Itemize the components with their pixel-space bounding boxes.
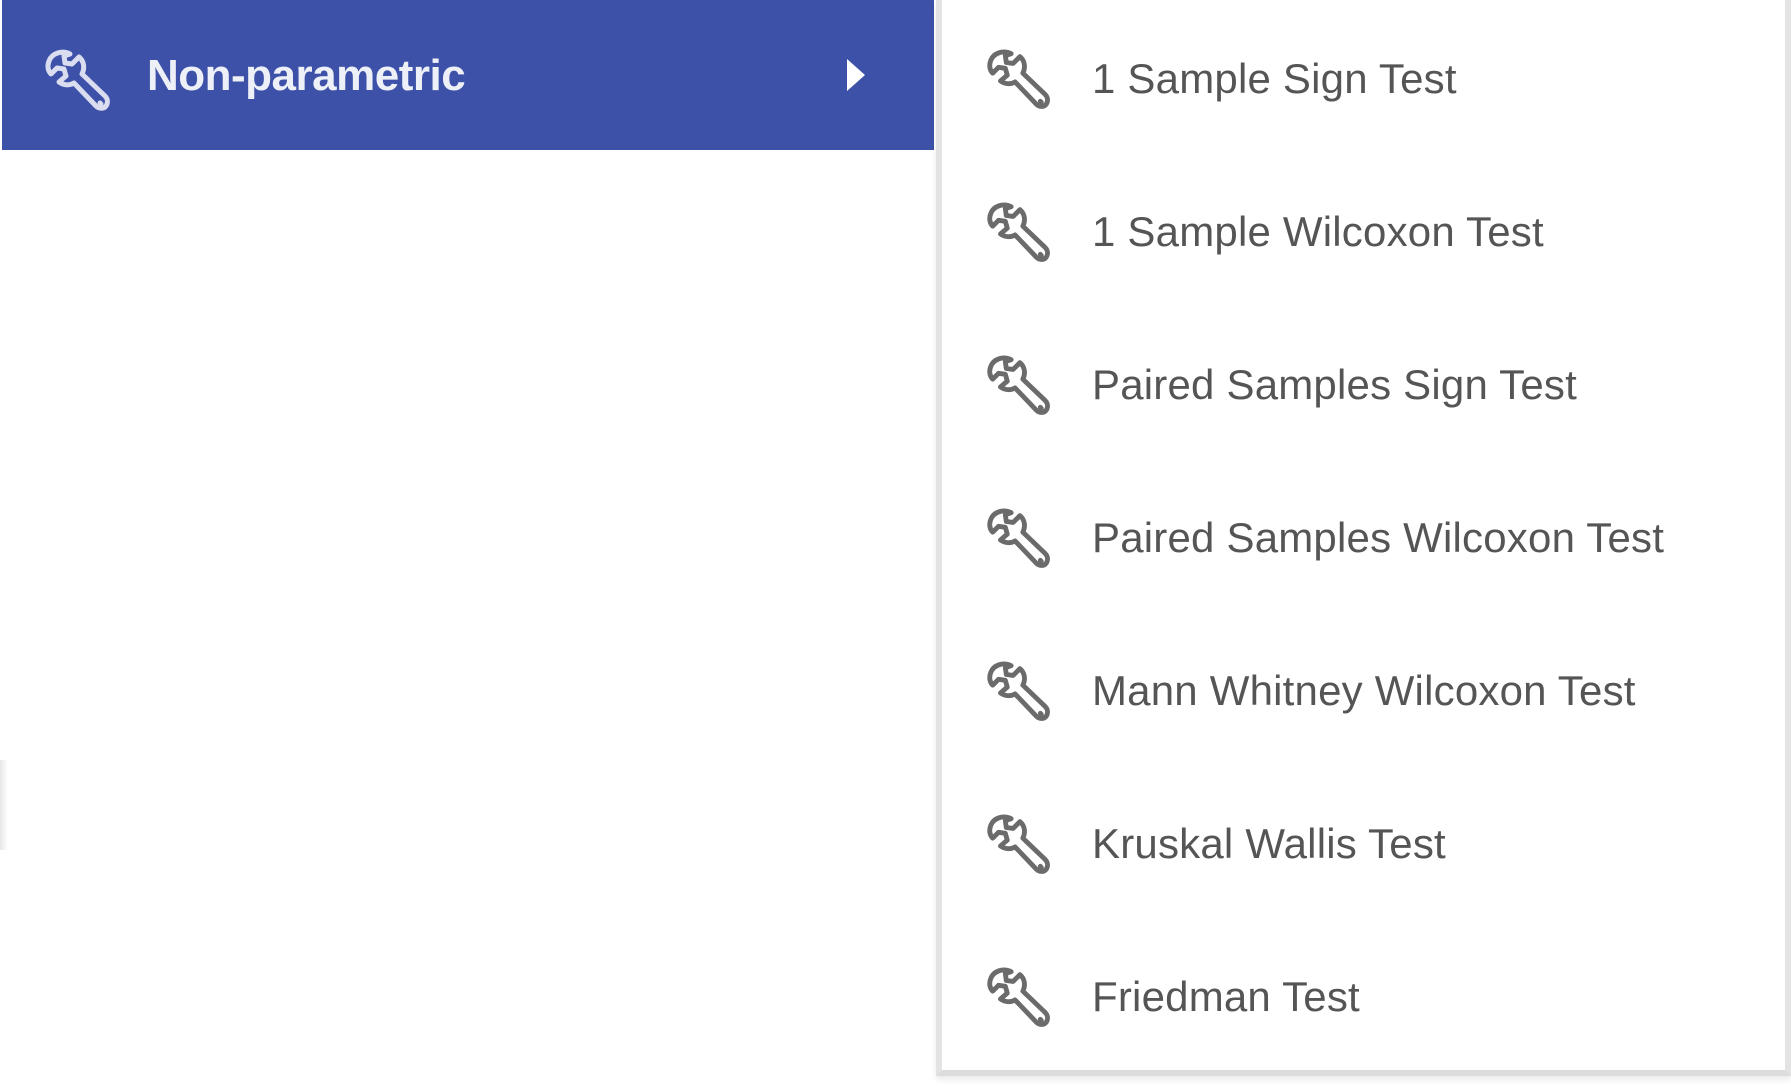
submenu-item-paired-samples-wilcoxon-test[interactable]: Paired Samples Wilcoxon Test — [942, 461, 1785, 614]
submenu-item-label: Mann Whitney Wilcoxon Test — [1092, 667, 1636, 714]
submenu-item-label: 1 Sample Wilcoxon Test — [1092, 208, 1544, 255]
submenu-item-label: Paired Samples Wilcoxon Test — [1092, 514, 1665, 561]
submenu-item-kruskal-wallis-test[interactable]: Kruskal Wallis Test — [942, 767, 1785, 920]
submenu-item-label: Kruskal Wallis Test — [1092, 820, 1446, 867]
submenu-item-mann-whitney-wilcoxon-test[interactable]: Mann Whitney Wilcoxon Test — [942, 614, 1785, 767]
wrench-icon — [982, 350, 1052, 420]
submenu-item-friedman-test[interactable]: Friedman Test — [942, 920, 1785, 1073]
submenu-item-label: 1 Sample Sign Test — [1092, 55, 1457, 102]
panel-edge-shadow — [0, 760, 8, 850]
submenu-panel: 1 Sample Sign Test 1 Sample Wilcoxon Tes… — [936, 0, 1791, 1076]
wrench-icon — [982, 962, 1052, 1032]
wrench-icon — [982, 809, 1052, 879]
wrench-icon — [982, 656, 1052, 726]
wrench-icon — [982, 503, 1052, 573]
main-menu: Non-parametric — [0, 0, 936, 1086]
submenu-item-1-sample-sign-test[interactable]: 1 Sample Sign Test — [942, 2, 1785, 155]
submenu-item-label: Paired Samples Sign Test — [1092, 361, 1577, 408]
wrench-icon — [40, 44, 112, 116]
wrench-icon — [982, 197, 1052, 267]
menu-item-label: Non-parametric — [147, 51, 466, 100]
submenu-item-1-sample-wilcoxon-test[interactable]: 1 Sample Wilcoxon Test — [942, 155, 1785, 308]
wrench-icon — [982, 44, 1052, 114]
submenu-item-label: Friedman Test — [1092, 973, 1360, 1020]
menu-screen: Non-parametric 1 Sample Sign Test 1 Samp… — [0, 0, 1791, 1086]
chevron-right-icon — [847, 59, 865, 91]
submenu-item-paired-samples-sign-test[interactable]: Paired Samples Sign Test — [942, 308, 1785, 461]
menu-item-non-parametric[interactable]: Non-parametric — [2, 0, 934, 150]
